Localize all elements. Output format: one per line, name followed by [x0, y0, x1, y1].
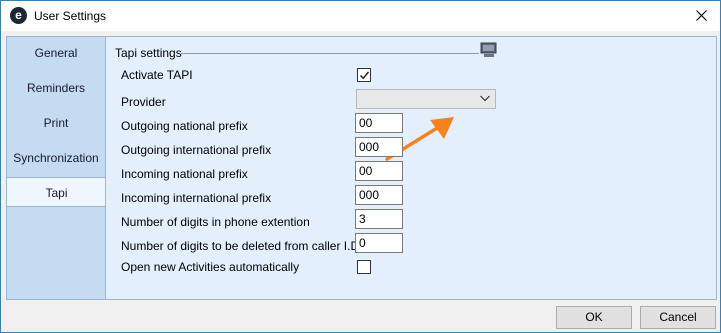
- outgoing-national-input[interactable]: [355, 113, 403, 133]
- sidebar-item-synchronization[interactable]: Synchronization: [7, 143, 105, 173]
- outgoing-international-label: Outgoing international prefix: [121, 143, 272, 157]
- outgoing-international-input[interactable]: [355, 137, 403, 157]
- incoming-international-label: Incoming international prefix: [121, 191, 272, 205]
- ok-button[interactable]: OK: [556, 306, 632, 329]
- outgoing-national-label: Outgoing national prefix: [121, 119, 248, 133]
- digits-extension-label: Number of digits in phone extention: [121, 215, 310, 229]
- digits-extension-input[interactable]: [355, 209, 403, 229]
- digits-deleted-label: Number of digits to be deleted from call…: [121, 239, 363, 253]
- group-title: Tapi settings: [115, 46, 182, 60]
- provider-label: Provider: [121, 95, 166, 109]
- close-icon: [696, 10, 707, 21]
- provider-select[interactable]: [356, 89, 496, 109]
- close-button[interactable]: [686, 3, 718, 29]
- activate-tapi-checkbox[interactable]: [357, 68, 371, 82]
- open-activities-label: Open new Activities automatically: [121, 260, 300, 274]
- group-divider: [181, 53, 479, 54]
- chevron-down-icon: [480, 95, 490, 102]
- settings-sidebar: General Reminders Print Synchronization …: [6, 36, 106, 300]
- cancel-button[interactable]: Cancel: [640, 306, 716, 329]
- digits-deleted-input[interactable]: [355, 233, 403, 253]
- tapi-settings-panel: Tapi settings Activate TAPI Provider Out…: [105, 36, 717, 300]
- sidebar-item-tapi[interactable]: Tapi: [7, 177, 106, 207]
- sidebar-item-general[interactable]: General: [7, 38, 105, 68]
- sidebar-item-print[interactable]: Print: [7, 108, 105, 138]
- user-settings-window: e User Settings General Reminders Print …: [0, 0, 721, 333]
- open-activities-checkbox[interactable]: [357, 260, 371, 274]
- checkmark-icon: [359, 71, 370, 80]
- title-bar[interactable]: e User Settings: [1, 1, 720, 31]
- sidebar-item-reminders[interactable]: Reminders: [7, 73, 105, 103]
- incoming-international-input[interactable]: [355, 185, 403, 205]
- window-title: User Settings: [34, 9, 107, 23]
- app-logo-icon: e: [10, 7, 27, 24]
- incoming-national-input[interactable]: [355, 161, 403, 181]
- computer-phone-icon: [480, 42, 497, 57]
- activate-tapi-label: Activate TAPI: [121, 68, 193, 82]
- incoming-national-label: Incoming national prefix: [121, 167, 248, 181]
